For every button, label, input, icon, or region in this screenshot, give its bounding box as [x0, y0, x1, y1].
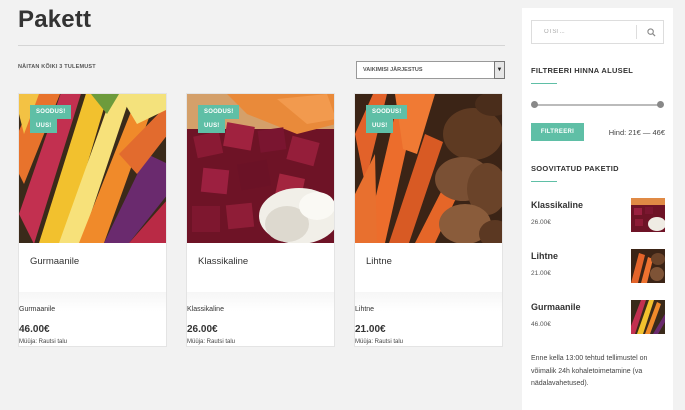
search-box: [531, 20, 664, 44]
search-button[interactable]: [638, 21, 664, 43]
product-name-small: Gurmaanile: [19, 306, 56, 313]
price-slider-max-handle[interactable]: [657, 101, 664, 108]
recommended-title-underline: [531, 181, 557, 182]
new-badge: UUS!: [198, 119, 226, 133]
recommended-item-name[interactable]: Klassikaline: [531, 200, 583, 210]
sale-badge: SOODUS!: [366, 105, 408, 119]
recommended-item-price: 21.00€: [531, 270, 551, 277]
product-title[interactable]: Lihtne: [366, 256, 392, 267]
product-card-lihtne[interactable]: SOODUS! UUS! Lihtne Lihtne 21.00€ Müüja:…: [354, 93, 503, 347]
product-vendor: Müüja: Rautsi talu: [187, 339, 236, 345]
search-divider: [636, 25, 637, 39]
price-slider-track[interactable]: [534, 104, 660, 106]
search-input[interactable]: [532, 21, 636, 43]
product-title[interactable]: Klassikaline: [198, 256, 248, 267]
sidebar: FILTREERI HINNA ALUSEL FILTREERI Hind: 2…: [522, 8, 673, 410]
dropdown-arrow-icon[interactable]: ▼: [494, 61, 505, 79]
result-count: NÄITAN KÕIKI 3 TULEMUST: [18, 64, 96, 70]
product-price: 21.00€: [355, 324, 386, 335]
recommended-item-thumbnail[interactable]: [631, 300, 665, 334]
product-card-klassikaline[interactable]: SOODUS! UUS! Klassikaline Klassikaline 2…: [186, 93, 335, 347]
price-range-label: Hind: 21€ — 46€: [608, 128, 665, 137]
product-image[interactable]: SOODUS! UUS!: [355, 94, 502, 243]
delivery-note: Enne kella 13:00 tehtud tellimustel on v…: [531, 355, 648, 387]
product-price: 46.00€: [19, 324, 50, 335]
product-vendor: Müüja: Rautsi talu: [19, 339, 68, 345]
price-filter-title-underline: [531, 83, 557, 84]
product-vendor: Müüja: Rautsi talu: [355, 339, 404, 345]
product-name-small: Lihtne: [355, 306, 375, 313]
sale-badge: SOODUS!: [198, 105, 240, 119]
product-card-gurmaanile[interactable]: SOODUS! UUS! Gurmaanile Gurmaanile 46.00…: [18, 93, 167, 347]
product-title[interactable]: Gurmaanile: [30, 256, 79, 267]
rainbow-carrots-icon: [631, 300, 665, 334]
title-divider: [18, 45, 505, 46]
diced-beets-icon: [631, 198, 665, 232]
recommended-item-price: 46.00€: [531, 321, 551, 328]
recommended-item-name[interactable]: Gurmaanile: [531, 302, 581, 312]
recommended-title: SOOVITATUD PAKETID: [531, 164, 619, 173]
product-name-small: Klassikaline: [187, 306, 224, 313]
recommended-item-thumbnail[interactable]: [631, 249, 665, 283]
page-title: Pakett: [18, 6, 92, 33]
recommended-item-klassikaline[interactable]: Klassikaline 26.00€: [531, 198, 665, 234]
new-badge: UUS!: [366, 119, 394, 133]
recommended-item-name[interactable]: Lihtne: [531, 251, 558, 261]
price-filter-title: FILTREERI HINNA ALUSEL: [531, 66, 634, 75]
sale-badge: SOODUS!: [30, 105, 72, 119]
new-badge: UUS!: [30, 119, 58, 133]
recommended-item-lihtne[interactable]: Lihtne 21.00€: [531, 249, 665, 285]
product-image[interactable]: SOODUS! UUS!: [19, 94, 166, 243]
search-icon: [646, 27, 656, 37]
carrots-potatoes-icon: [631, 249, 665, 283]
sort-select[interactable]: VAIKIMISI JÄRJESTUS ▼: [356, 61, 505, 79]
recommended-item-thumbnail[interactable]: [631, 198, 665, 232]
product-price: 26.00€: [187, 324, 218, 335]
recommended-item-price: 26.00€: [531, 219, 551, 226]
filter-button[interactable]: FILTREERI: [531, 123, 584, 141]
price-slider-min-handle[interactable]: [531, 101, 538, 108]
recommended-item-gurmaanile[interactable]: Gurmaanile 46.00€: [531, 300, 665, 336]
product-image[interactable]: SOODUS! UUS!: [187, 94, 334, 243]
sort-select-value: VAIKIMISI JÄRJESTUS: [363, 67, 423, 73]
